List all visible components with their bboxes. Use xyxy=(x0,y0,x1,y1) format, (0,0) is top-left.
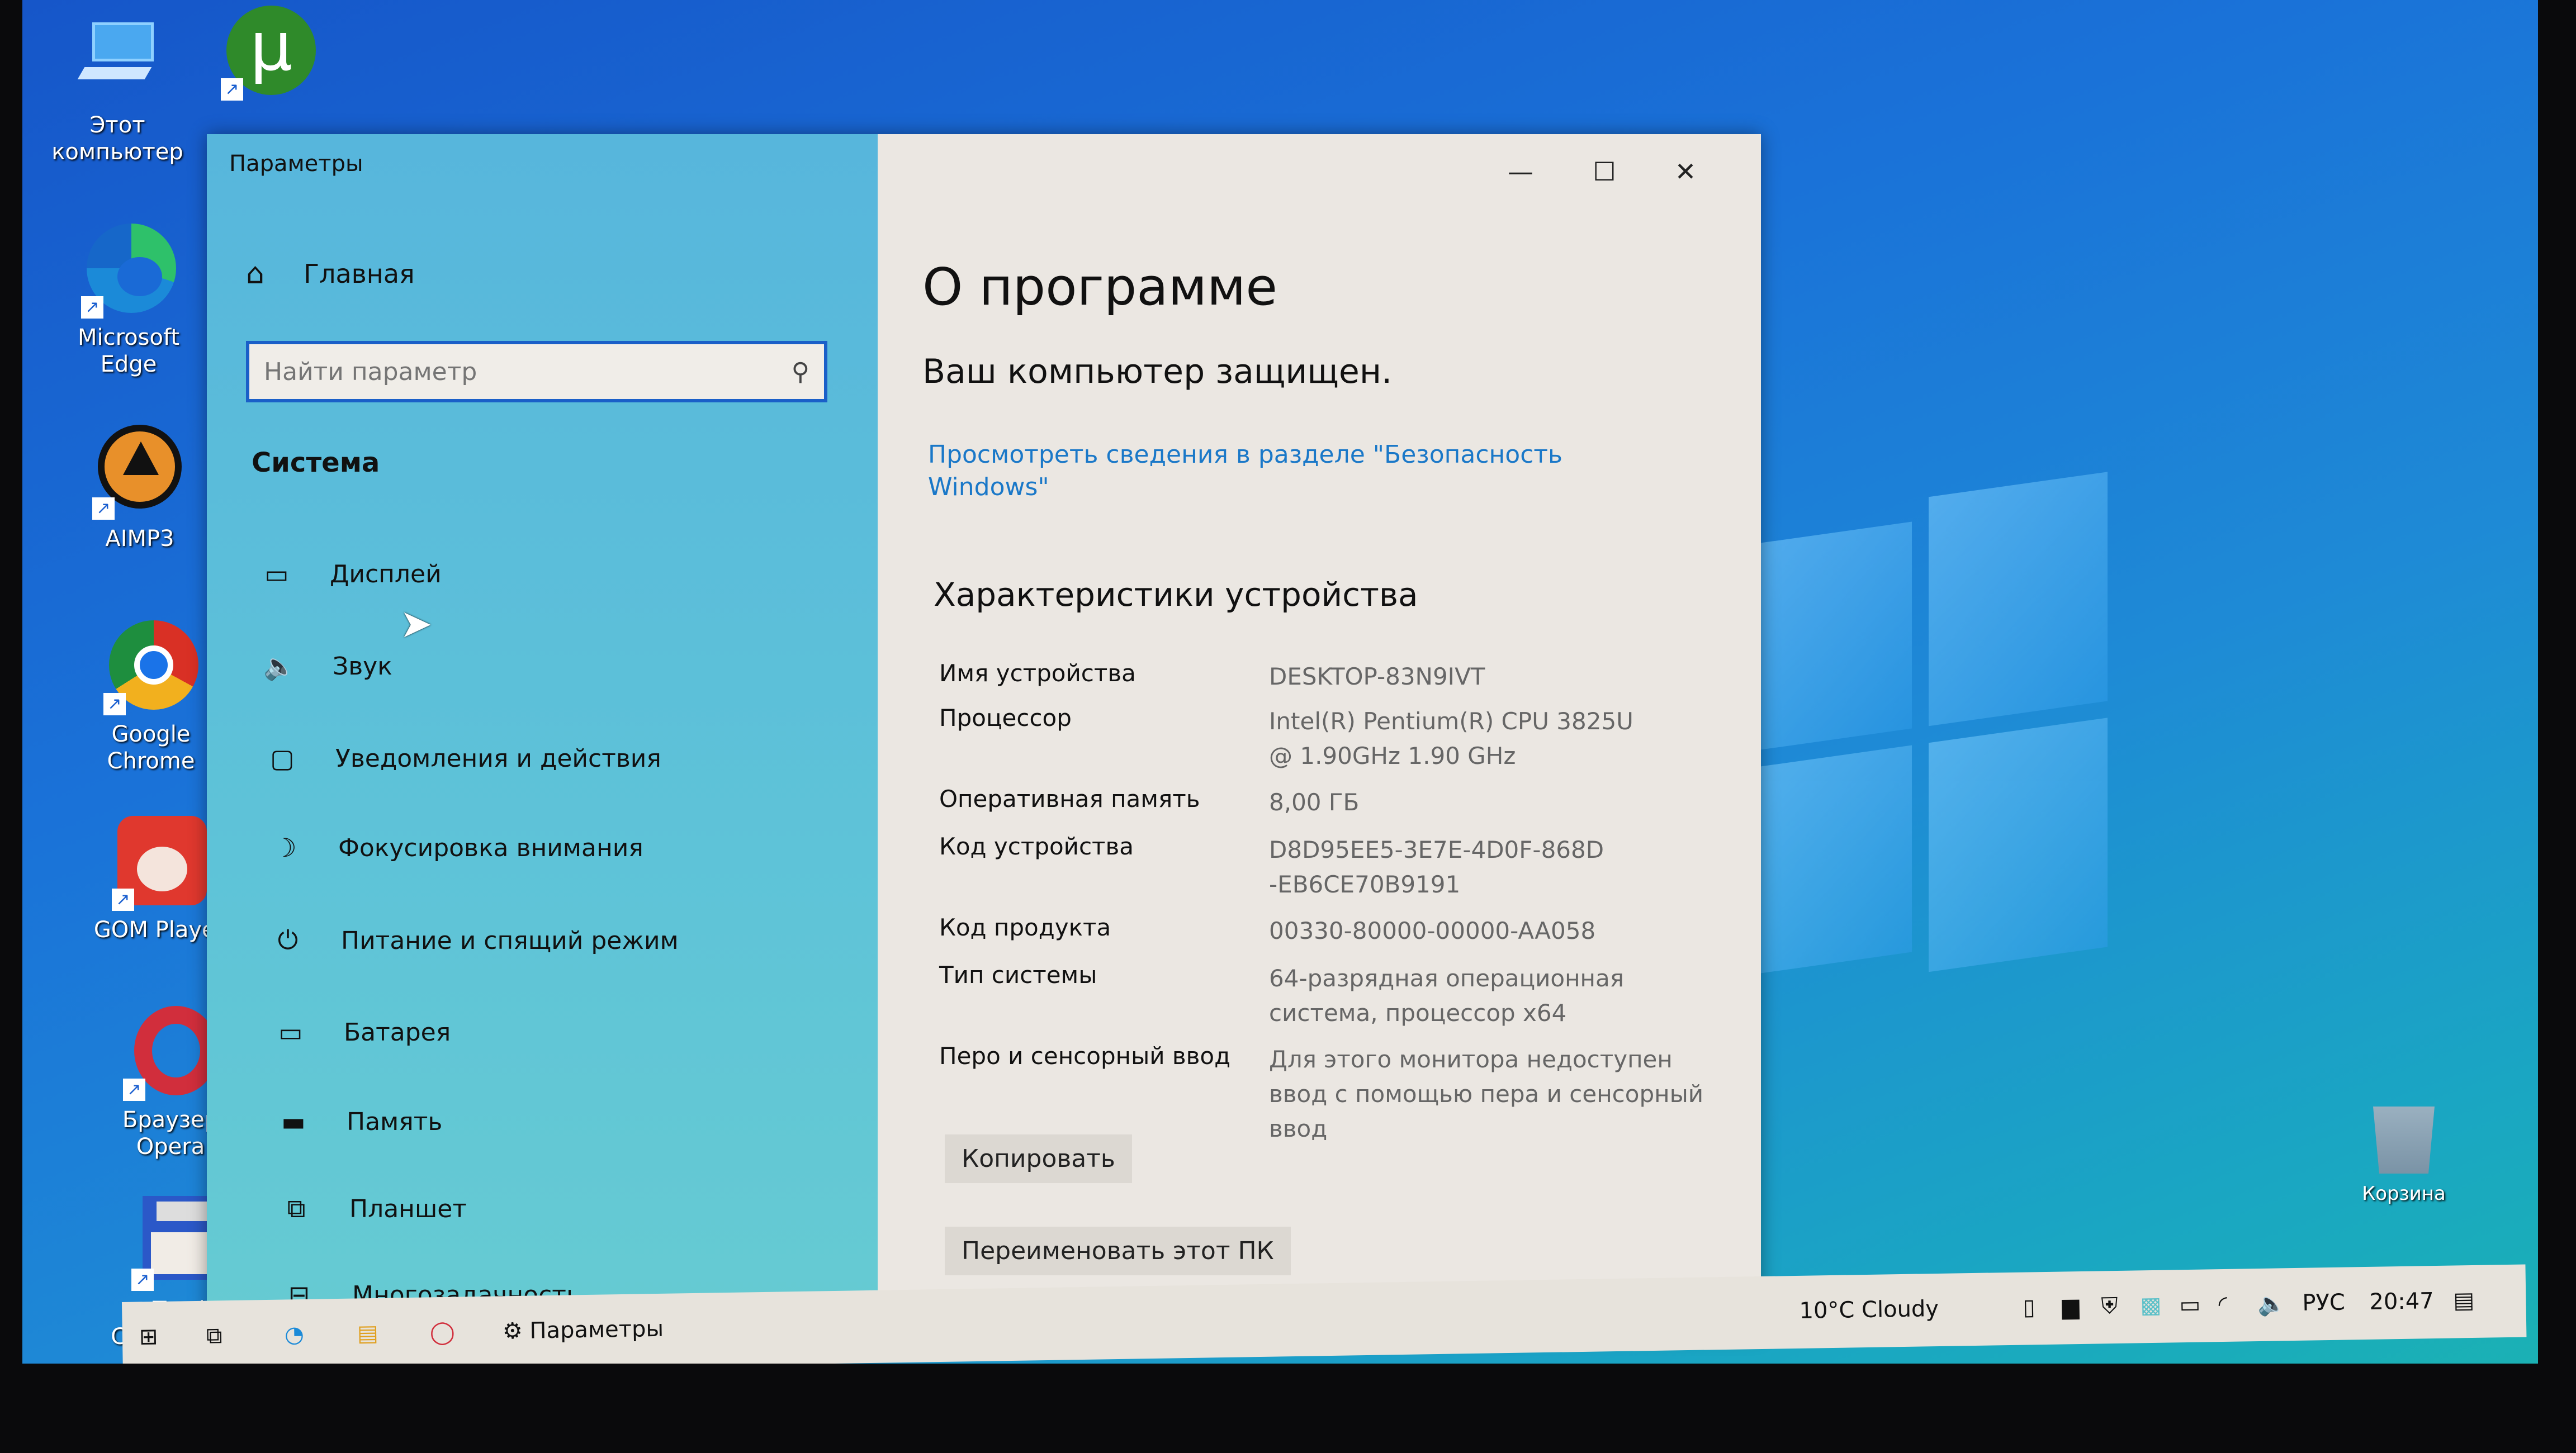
defender-shield-icon[interactable]: ⛨ xyxy=(2101,1293,2118,1319)
chrome-icon: ↗ xyxy=(103,620,198,715)
copy-button[interactable]: Копировать xyxy=(945,1134,1132,1183)
protection-status: Ваш компьютер защищен. xyxy=(922,352,1393,391)
nav-item-display[interactable]: ▭ Дисплей xyxy=(257,559,441,589)
battery-tray-icon[interactable]: ▭ xyxy=(2179,1292,2201,1318)
mouse-cursor-icon: ➤ xyxy=(400,601,433,647)
gom-icon: ↗ xyxy=(112,816,207,911)
page-title: О программе xyxy=(922,257,1278,317)
shortcut-arrow-icon: ↗ xyxy=(123,1079,145,1101)
settings-sidebar: Параметры ⌂ Главная ⚲ Система ▭ Дисплей … xyxy=(207,134,878,1336)
language-indicator[interactable]: РУС xyxy=(2302,1290,2345,1316)
desktop-icon-recycle-bin[interactable]: Корзина xyxy=(2331,1107,2476,1207)
start-button[interactable]: ⊞ xyxy=(139,1324,158,1350)
gear-icon: ⚙ xyxy=(502,1318,523,1345)
file-explorer-icon[interactable]: ▤ xyxy=(357,1321,379,1347)
minimize-icon: — xyxy=(1508,156,1533,187)
spec-row-ram: Оперативная память 8,00 ГБ xyxy=(939,785,1360,816)
pc-icon xyxy=(70,11,165,106)
volume-icon[interactable]: 🔈 xyxy=(2257,1290,2286,1317)
spec-row-processor: Процессор Intel(R) Pentium(R) CPU 3825U … xyxy=(939,704,1633,770)
tablet-icon: ⧉ xyxy=(287,1193,306,1223)
display-icon: ▭ xyxy=(264,559,289,589)
search-box[interactable]: ⚲ xyxy=(246,341,827,402)
desktop: Этот компьютер µ ↗ ↗ Microsoft Edge ↗ AI… xyxy=(22,0,2538,1449)
nav-home[interactable]: ⌂ Главная xyxy=(246,257,415,291)
desktop-icon-utorrent[interactable]: µ ↗ xyxy=(196,6,341,106)
minimize-button[interactable]: — xyxy=(1481,156,1560,187)
device-specs-heading: Характеристики устройства xyxy=(934,576,1418,614)
shortcut-arrow-icon: ↗ xyxy=(81,296,103,319)
storage-icon: ▬ xyxy=(281,1107,306,1137)
utorrent-icon: µ ↗ xyxy=(221,6,316,101)
weather-widget[interactable]: 10°C Cloudy xyxy=(1799,1296,1939,1324)
power-icon: ⏻ xyxy=(277,925,299,955)
shortcut-arrow-icon: ↗ xyxy=(131,1269,154,1291)
aimp-icon: ↗ xyxy=(92,425,187,520)
spec-row-system-type: Тип системы 64-разрядная операционная си… xyxy=(939,961,1625,1027)
window-title: Параметры xyxy=(229,151,363,177)
shortcut-arrow-icon: ↗ xyxy=(103,693,126,715)
monitor-bezel xyxy=(0,1364,2576,1453)
nav-item-focus-assist[interactable]: ☽ Фокусировка внимания xyxy=(266,833,643,863)
spec-row-product-id: Код продукта 00330-80000-00000-AA058 xyxy=(939,914,1596,944)
search-icon[interactable]: ⚲ xyxy=(792,358,809,386)
settings-taskbar-item[interactable]: ⚙ Параметры xyxy=(503,1316,664,1345)
spec-row-pen-touch: Перо и сенсорный ввод Для этого монитора… xyxy=(939,1042,1704,1142)
wifi-icon[interactable]: ◜ xyxy=(2218,1291,2227,1317)
nav-item-notifications[interactable]: ▢ Уведомления и действия xyxy=(263,743,661,773)
shortcut-arrow-icon: ↗ xyxy=(221,78,243,101)
display-tray-icon[interactable]: ▆ xyxy=(2062,1294,2079,1319)
section-heading: Система xyxy=(252,447,380,478)
nav-item-tablet[interactable]: ⧉ Планшет xyxy=(277,1193,467,1224)
notification-icon: ▢ xyxy=(270,743,295,773)
edge-icon: ↗ xyxy=(81,224,176,319)
home-icon: ⌂ xyxy=(246,257,265,291)
spec-row-device-name: Имя устройства DESKTOP-83N9IVT xyxy=(939,659,1485,690)
desktop-icon-this-pc[interactable]: Этот компьютер xyxy=(45,11,190,165)
meet-now-icon[interactable]: ▯ xyxy=(2023,1294,2035,1320)
desktop-icon-aimp[interactable]: ↗ AIMP3 xyxy=(67,425,212,552)
edge-taskbar-icon[interactable]: ◔ xyxy=(285,1322,305,1348)
nav-item-storage[interactable]: ▬ Память xyxy=(274,1107,442,1137)
opera-taskbar-icon[interactable]: ◯ xyxy=(430,1319,455,1346)
nav-item-battery[interactable]: ▭ Батарея xyxy=(271,1017,451,1047)
nav-item-sound[interactable]: 🔈 Звук xyxy=(260,651,392,682)
app-tray-icon[interactable]: ▩ xyxy=(2140,1293,2162,1319)
close-button[interactable]: ✕ xyxy=(1646,156,1725,187)
speaker-icon: 🔈 xyxy=(263,651,296,681)
settings-window: Параметры ⌂ Главная ⚲ Система ▭ Дисплей … xyxy=(207,134,1761,1336)
shortcut-arrow-icon: ↗ xyxy=(92,497,115,520)
clock[interactable]: 20:47 xyxy=(2369,1288,2434,1315)
maximize-icon: ☐ xyxy=(1593,156,1616,187)
maximize-button[interactable]: ☐ xyxy=(1565,156,1644,187)
close-icon: ✕ xyxy=(1674,156,1697,187)
task-view-icon[interactable]: ⧉ xyxy=(206,1323,222,1348)
settings-main: — ☐ ✕ О программе Ваш компьютер защищен.… xyxy=(878,134,1761,1336)
desktop-icon-chrome[interactable]: ↗ Google Chrome xyxy=(78,620,224,775)
search-input[interactable] xyxy=(264,357,792,386)
windows-logo-wallpaper xyxy=(1744,472,2108,981)
desktop-icon-edge[interactable]: ↗ Microsoft Edge xyxy=(56,224,201,378)
nav-item-power-sleep[interactable]: ⏻ Питание и спящий режим xyxy=(268,925,679,956)
security-details-link[interactable]: Просмотреть сведения в разделе "Безопасн… xyxy=(928,439,1599,504)
recycle-bin-icon xyxy=(2373,1107,2435,1174)
rename-pc-button[interactable]: Переименовать этот ПК xyxy=(945,1227,1291,1275)
shortcut-arrow-icon: ↗ xyxy=(112,889,134,911)
spec-row-device-id: Код устройства D8D95EE5-3E7E-4D0F-868D-E… xyxy=(939,833,1604,898)
opera-icon: ↗ xyxy=(123,1006,218,1101)
battery-icon: ▭ xyxy=(278,1017,303,1047)
action-center-icon[interactable]: ▤ xyxy=(2453,1288,2475,1314)
moon-icon: ☽ xyxy=(273,833,297,863)
